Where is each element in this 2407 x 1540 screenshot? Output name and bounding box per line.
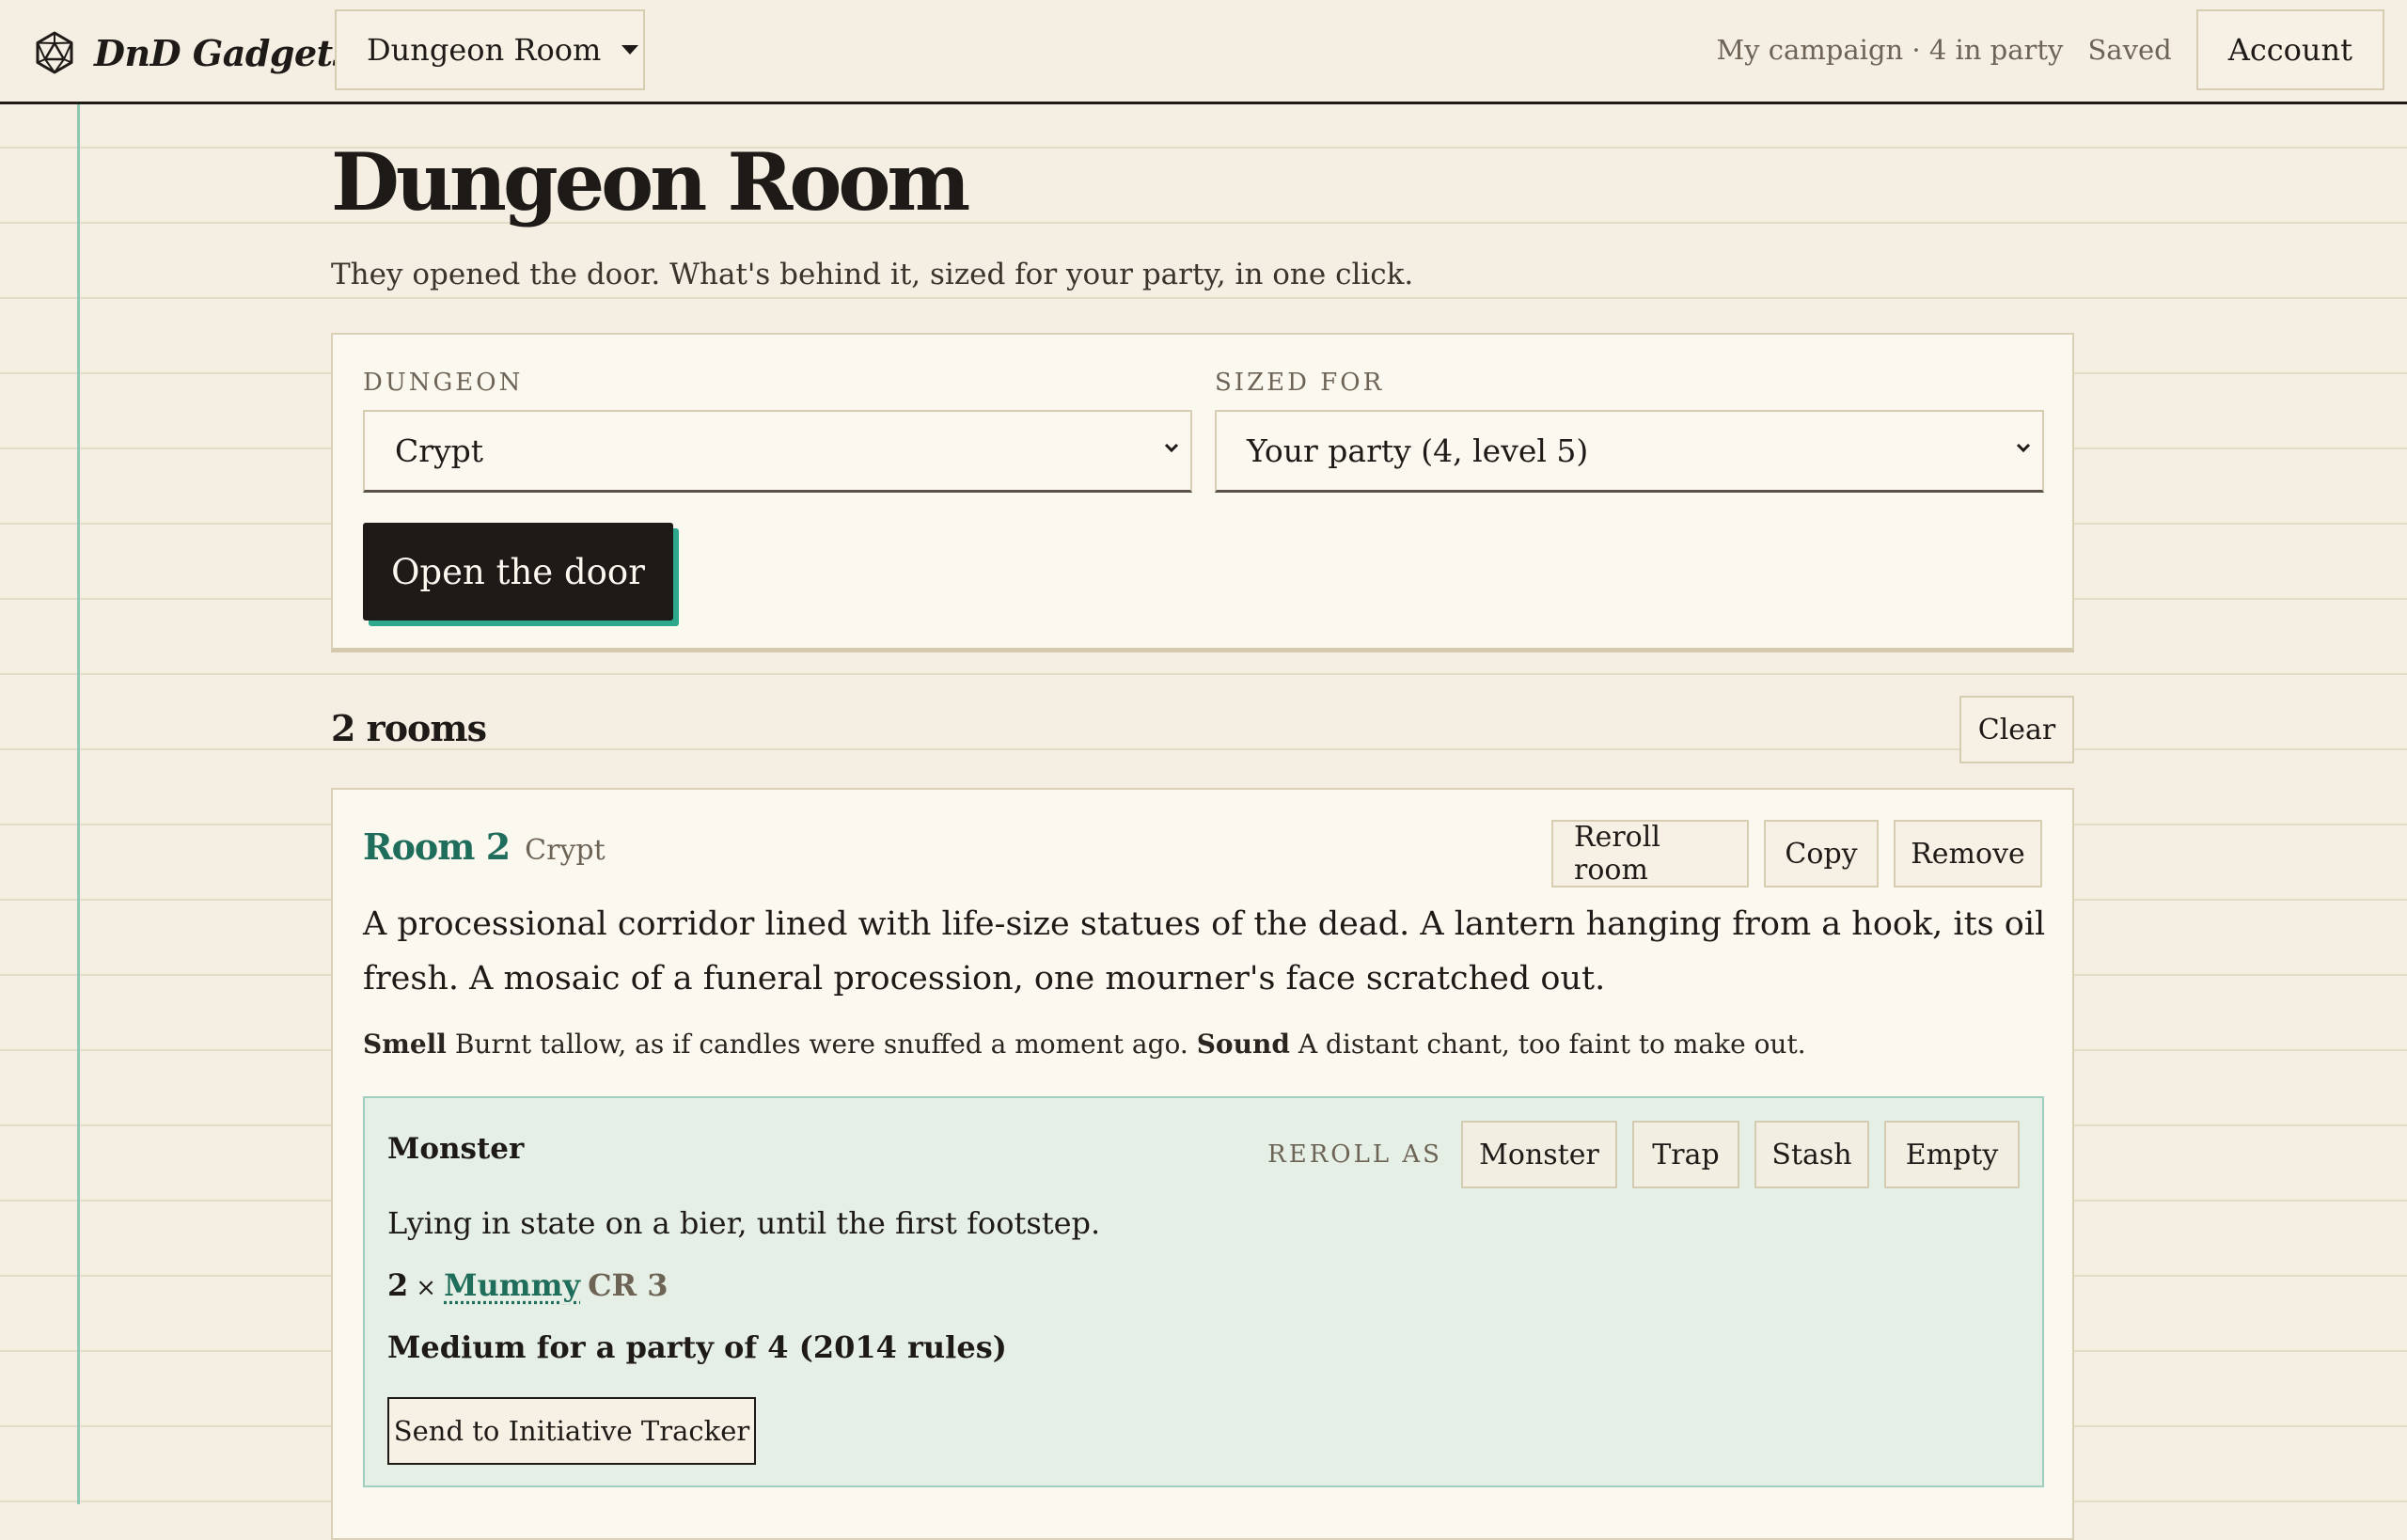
sized-for-label: SIZED FOR <box>1215 369 1385 397</box>
monster-link[interactable]: Mummy <box>444 1267 580 1303</box>
reroll-as-label: REROLL AS <box>1267 1140 1442 1169</box>
room-type: Crypt <box>525 834 606 867</box>
dungeon-select[interactable]: Crypt <box>363 410 1192 493</box>
header-right: My campaign · 4 in party Saved Account <box>1716 9 2384 90</box>
room-actions: Reroll room Copy Remove <box>1551 820 2042 888</box>
caret-down-icon <box>621 45 639 55</box>
room-description: A processional corridor lined with life-… <box>363 905 2046 998</box>
tool-picker-label: Dungeon Room <box>367 32 602 68</box>
smell-text: Burnt tallow, as if candles were snuffed… <box>454 1029 1188 1060</box>
challenge-rating: CR 3 <box>588 1267 669 1303</box>
smell-label: Smell <box>363 1029 447 1060</box>
chevron-down-icon <box>1164 443 1179 453</box>
tool-picker-dropdown[interactable]: Dungeon Room <box>335 9 645 90</box>
reroll-trap-button[interactable]: Trap <box>1632 1121 1739 1188</box>
sized-for-select[interactable]: Your party (4, level 5) <box>1215 410 2044 493</box>
rooms-count: 2 rooms <box>331 707 487 749</box>
dungeon-label: DUNGEON <box>363 369 524 397</box>
times-symbol: × <box>416 1274 437 1302</box>
encounter-kind: Monster <box>387 1132 525 1166</box>
monster-line: 2 × Mummy CR 3 <box>387 1267 669 1303</box>
save-status: Saved <box>2087 34 2172 66</box>
brand-name: DnD Gadgets <box>94 31 353 74</box>
page-title: Dungeon Room <box>331 135 970 228</box>
reroll-as-group: REROLL AS Monster Trap Stash Empty <box>1267 1121 2020 1188</box>
encounter-difficulty: Medium for a party of 4 (2014 rules) <box>387 1329 1007 1365</box>
chevron-down-icon <box>2016 443 2031 453</box>
page-subtitle: They opened the door. What's behind it, … <box>331 258 1414 291</box>
top-bar: DnD Gadgets Dungeon Room My campaign · 4… <box>0 0 2407 104</box>
generator-form: DUNGEON Crypt SIZED FOR Your party (4, l… <box>331 333 2074 652</box>
reroll-empty-button[interactable]: Empty <box>1884 1121 2020 1188</box>
open-door-button[interactable]: Open the door <box>363 523 673 621</box>
remove-button[interactable]: Remove <box>1894 820 2042 888</box>
reroll-room-button[interactable]: Reroll room <box>1551 820 1749 888</box>
campaign-status[interactable]: My campaign · 4 in party <box>1716 34 2063 66</box>
clear-button[interactable]: Clear <box>1959 696 2074 763</box>
sound-label: Sound <box>1196 1029 1290 1060</box>
sized-for-select-value: Your party (4, level 5) <box>1247 432 1589 469</box>
room-senses: Smell Burnt tallow, as if candles were s… <box>363 1029 1806 1060</box>
room-card: Room 2 Crypt Reroll room Copy Remove A p… <box>331 788 2074 1540</box>
dungeon-select-value: Crypt <box>395 432 484 469</box>
notebook-margin-line <box>77 103 80 1504</box>
room-name: Room 2 <box>363 825 511 868</box>
reroll-stash-button[interactable]: Stash <box>1754 1121 1869 1188</box>
room-heading: Room 2 Crypt <box>363 825 606 868</box>
encounter-flavor: Lying in state on a bier, until the firs… <box>387 1205 1101 1241</box>
send-to-initiative-button[interactable]: Send to Initiative Tracker <box>387 1397 756 1465</box>
d20-icon <box>36 31 73 74</box>
copy-button[interactable]: Copy <box>1764 820 1879 888</box>
monster-count: 2 <box>387 1267 409 1303</box>
account-button[interactable]: Account <box>2195 9 2384 90</box>
encounter-panel: Monster REROLL AS Monster Trap Stash Emp… <box>363 1096 2044 1487</box>
sound-text: A distant chant, too faint to make out. <box>1298 1029 1806 1060</box>
reroll-monster-button[interactable]: Monster <box>1461 1121 1617 1188</box>
brand-link[interactable]: DnD Gadgets <box>32 26 353 79</box>
